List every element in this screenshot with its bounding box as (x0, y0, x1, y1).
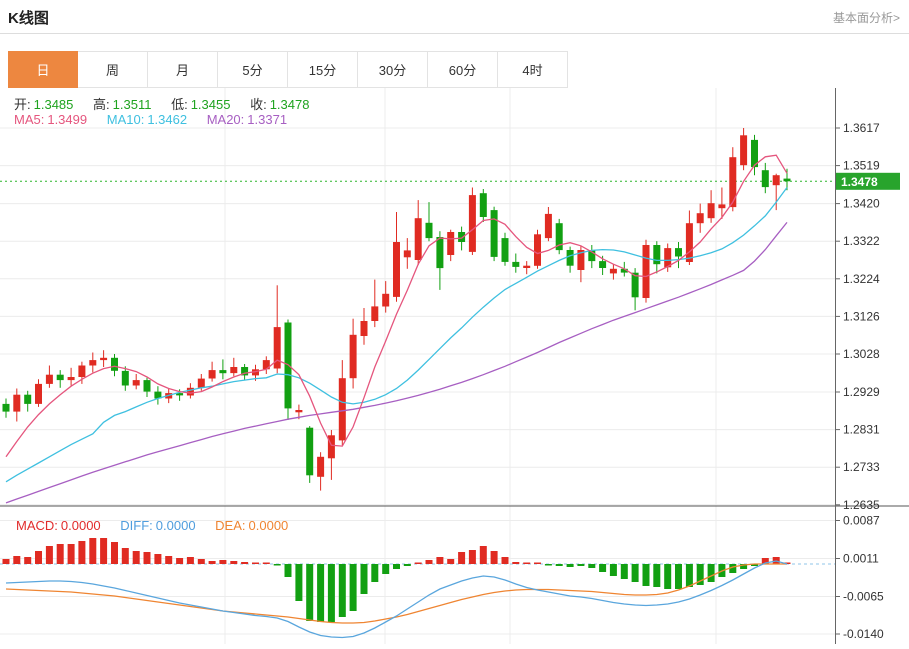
dea-value: 0.0000 (249, 518, 289, 533)
macd-info: MACD:0.0000 DIFF:0.0000 DEA:0.0000 (16, 518, 288, 533)
svg-text:1.2929: 1.2929 (843, 385, 880, 399)
close-value: 1.3478 (270, 97, 310, 112)
svg-text:1.3519: 1.3519 (843, 159, 880, 173)
high-label: 高: (93, 97, 110, 112)
ohlc-info: 开:1.3485 高:1.3511 低:1.3455 收:1.3478 (14, 94, 309, 113)
macd-value: 0.0000 (61, 518, 101, 533)
svg-text:1.3322: 1.3322 (843, 234, 880, 248)
header: K线图 基本面分析> (0, 0, 909, 34)
svg-text:0.0087: 0.0087 (843, 514, 880, 528)
ma5-label: MA5: (14, 112, 44, 127)
svg-text:0.0011: 0.0011 (843, 552, 879, 566)
ma-info: MA5:1.3499 MA10:1.3462 MA20:1.3371 (14, 112, 287, 127)
close-label: 收: (250, 97, 267, 112)
period-tabs: 日周月5分15分30分60分4时 (8, 51, 909, 88)
low-label: 低: (171, 97, 188, 112)
svg-text:1.3126: 1.3126 (843, 309, 880, 323)
tab-day[interactable]: 日 (8, 51, 78, 88)
tab-month[interactable]: 月 (148, 51, 218, 88)
tab-30min[interactable]: 30分 (358, 51, 428, 88)
ma10-label: MA10: (107, 112, 145, 127)
tab-4hour[interactable]: 4时 (498, 51, 568, 88)
svg-text:1.2733: 1.2733 (843, 460, 880, 474)
svg-text:1.3028: 1.3028 (843, 347, 880, 361)
dea-label: DEA: (215, 518, 245, 533)
svg-text:1.2831: 1.2831 (843, 423, 880, 437)
svg-text:1.3478: 1.3478 (841, 175, 878, 189)
open-label: 开: (14, 97, 31, 112)
open-value: 1.3485 (34, 97, 74, 112)
svg-text:1.3224: 1.3224 (843, 272, 880, 286)
svg-text:1.3420: 1.3420 (843, 197, 880, 211)
tab-5min[interactable]: 5分 (218, 51, 288, 88)
chart-canvas[interactable]: 1.3617 1.3519 1.3420 1.3322 1.3224 1.3126 1.30… (0, 88, 909, 644)
svg-text:1.3617: 1.3617 (843, 121, 880, 135)
fundamental-analysis-link[interactable]: 基本面分析> (833, 9, 900, 26)
kline-chart: 1.3617 1.3519 1.3420 1.3322 1.3224 1.3126 1.30… (0, 88, 909, 644)
ma20-label: MA20: (207, 112, 245, 127)
svg-text:-0.0140: -0.0140 (843, 627, 884, 641)
ma10-value: 1.3462 (147, 112, 187, 127)
ma5-value: 1.3499 (47, 112, 87, 127)
diff-value: 0.0000 (156, 518, 196, 533)
macd-label: MACD: (16, 518, 58, 533)
tab-15min[interactable]: 15分 (288, 51, 358, 88)
page-title: K线图 (8, 7, 49, 28)
svg-text:-0.0065: -0.0065 (843, 590, 884, 604)
tab-week[interactable]: 周 (78, 51, 148, 88)
diff-label: DIFF: (120, 518, 153, 533)
ma20-value: 1.3371 (247, 112, 287, 127)
svg-text:1.2635: 1.2635 (843, 498, 880, 512)
tab-60min[interactable]: 60分 (428, 51, 498, 88)
low-value: 1.3455 (191, 97, 231, 112)
high-value: 1.3511 (113, 97, 152, 112)
